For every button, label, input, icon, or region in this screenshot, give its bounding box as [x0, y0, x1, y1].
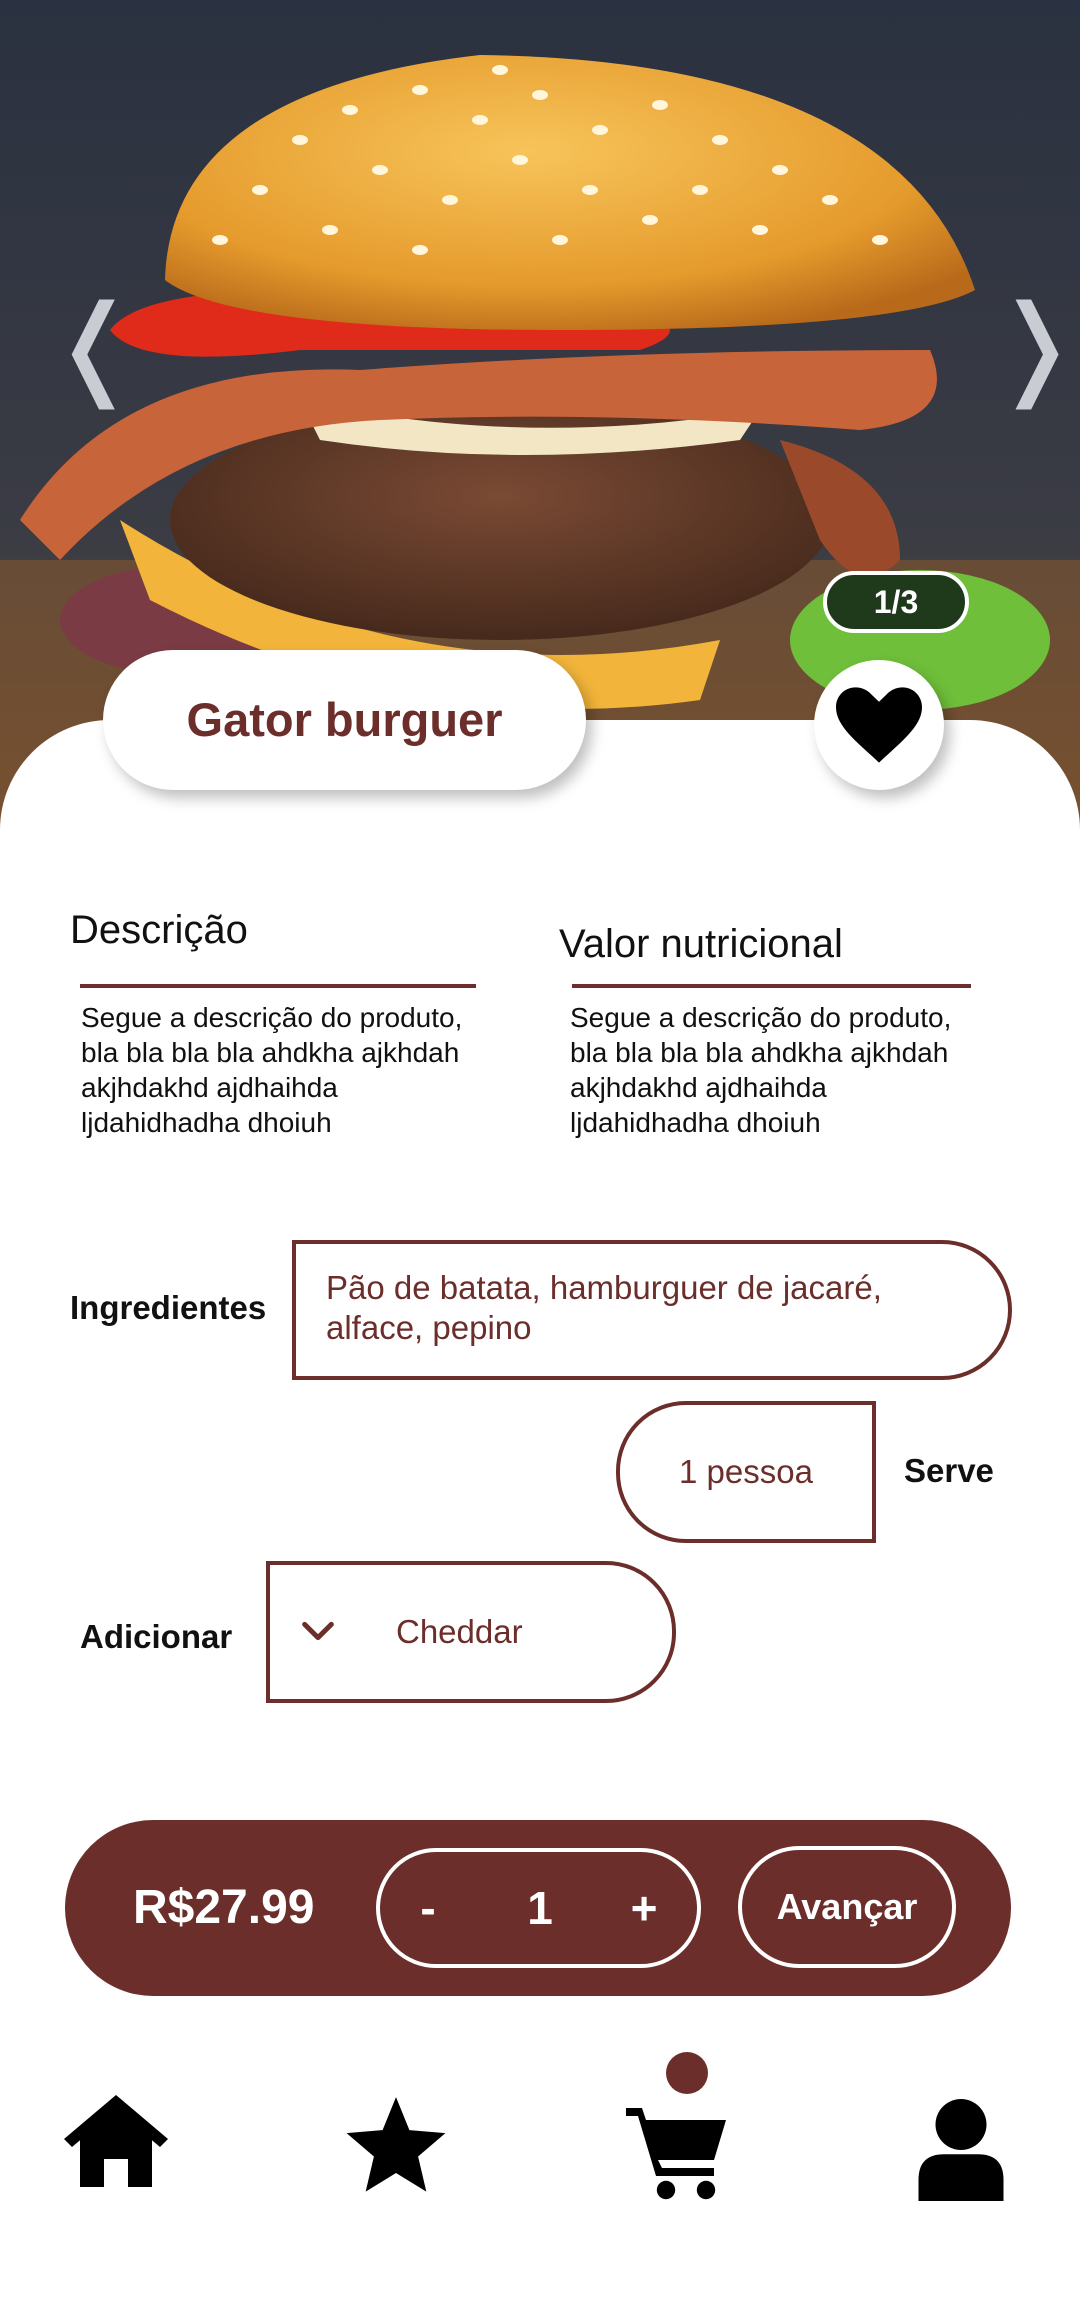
price-label: R$27.99: [133, 1881, 315, 1934]
cart-indicator-dot: [666, 2052, 708, 2094]
description-divider: [80, 984, 476, 988]
description-text: Segue a descrição do produto, bla bla bl…: [81, 1002, 463, 1138]
carousel-next-icon[interactable]: ❭: [990, 290, 1080, 400]
quantity-stepper: - 1 +: [376, 1848, 701, 1968]
addon-select[interactable]: Cheddar: [266, 1561, 676, 1703]
ingredients-label: Ingredientes: [70, 1289, 267, 1326]
quantity-value: 1: [527, 1882, 553, 1934]
tab-home[interactable]: [64, 2095, 168, 2192]
content-sheet: [0, 720, 1080, 2320]
image-counter-badge: 1/3: [823, 571, 969, 633]
tab-favorites[interactable]: [344, 2097, 448, 2202]
tab-cart[interactable]: [626, 2104, 730, 2205]
addon-label: Adicionar: [80, 1618, 233, 1655]
order-bar: R$27.99 - 1 + Avançar: [65, 1820, 1011, 1996]
cart-icon: [626, 2108, 726, 2200]
favorite-button[interactable]: [814, 660, 944, 790]
tab-profile[interactable]: [918, 2099, 1004, 2206]
nutrition-title: Valor nutricional: [559, 922, 843, 966]
decrease-quantity-button[interactable]: -: [408, 1852, 448, 1964]
product-title: Gator burguer: [103, 650, 586, 790]
star-icon: [346, 2097, 446, 2192]
next-button[interactable]: Avançar: [738, 1846, 956, 1968]
description-title: Descrição: [70, 908, 248, 952]
nutrition-divider: [572, 984, 971, 988]
addon-selected-value: Cheddar: [396, 1613, 523, 1650]
chevron-down-icon: [302, 1621, 334, 1641]
home-icon: [64, 2095, 168, 2187]
ingredients-field: Pão de batata, hamburguer de jacaré, alf…: [292, 1240, 1012, 1380]
nutrition-text: Segue a descrição do produto, bla bla bl…: [570, 1002, 952, 1138]
carousel-prev-icon[interactable]: ❬: [48, 290, 140, 400]
serves-field: 1 pessoa: [616, 1401, 876, 1543]
user-icon: [918, 2099, 1004, 2201]
serves-label: Serve: [904, 1452, 994, 1489]
heart-icon: [836, 687, 922, 763]
increase-quantity-button[interactable]: +: [624, 1852, 664, 1964]
